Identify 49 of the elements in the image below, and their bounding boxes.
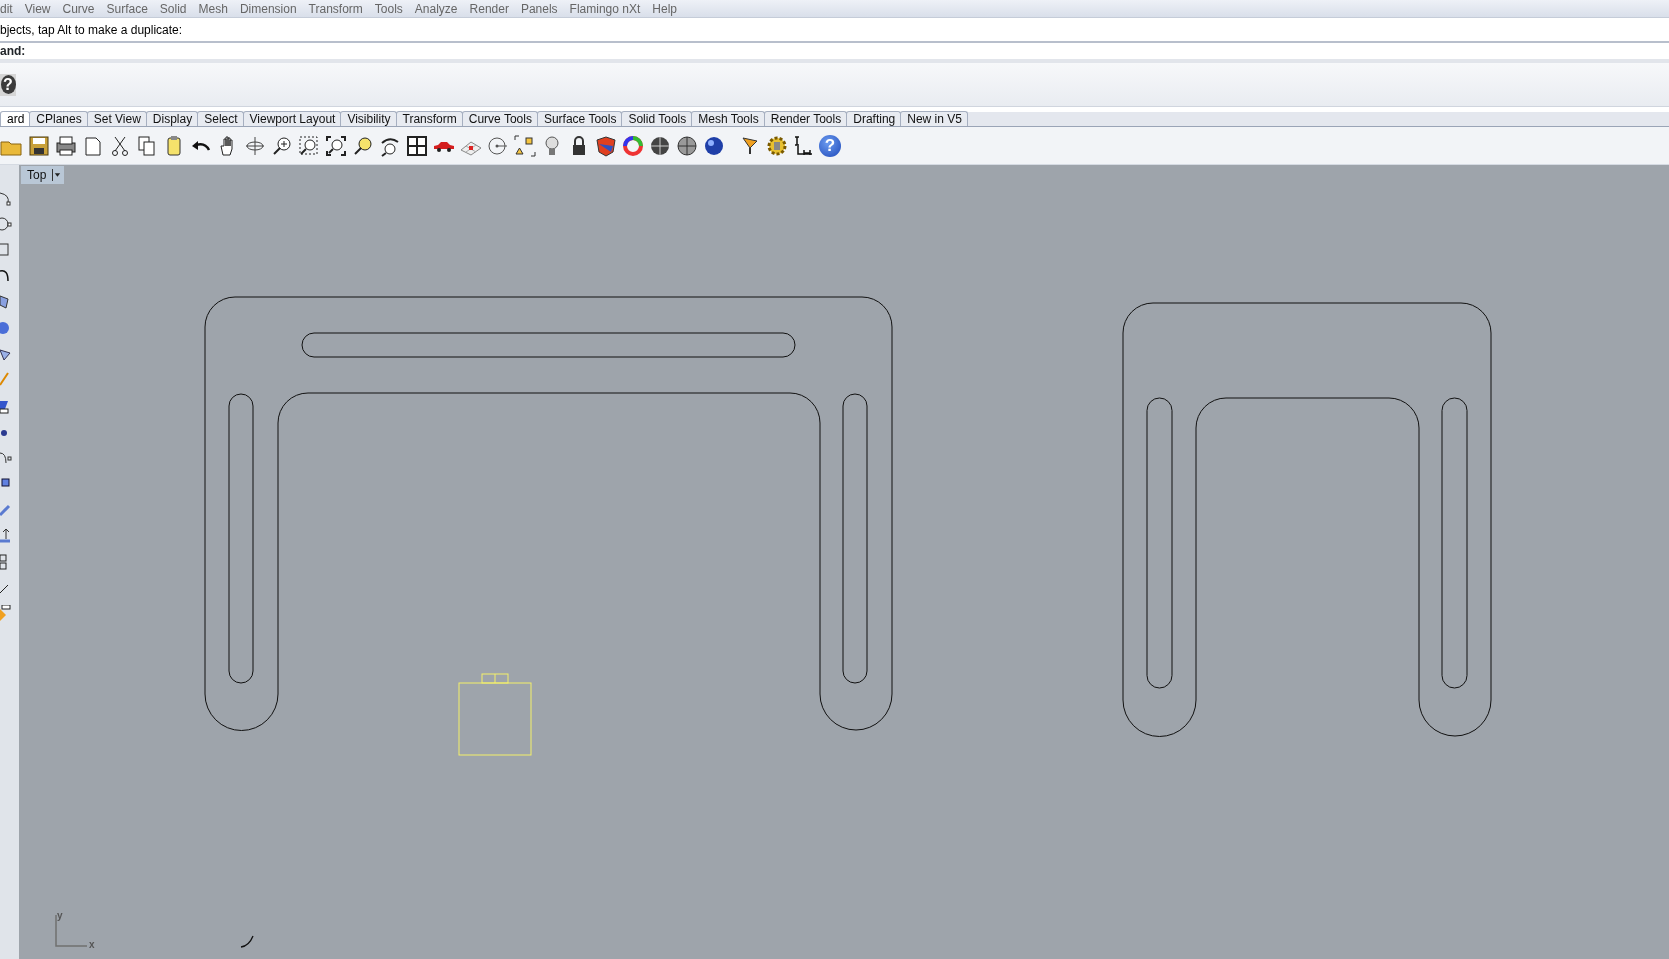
magnifier-dashed-icon[interactable] [297,133,321,158]
toolbar-tab[interactable]: Select [197,111,244,126]
toolbar-tab[interactable]: Curve Tools [461,111,538,126]
color-wheel-icon[interactable] [621,133,645,158]
toolbar-tab[interactable]: Drafting [846,111,902,126]
menu-item[interactable]: Transform [302,0,369,18]
toolbar-tab[interactable]: CPlanes [29,111,88,126]
axis-label: x [89,939,95,950]
menu-item[interactable]: Solid [153,0,193,18]
menu-item[interactable]: Analyze [408,0,464,18]
toolbar-tab[interactable]: Display [145,111,199,126]
toolbar-tab[interactable]: Viewport Layout [242,111,342,126]
toolbar-tab[interactable]: Solid Tools [621,111,693,126]
menu-item[interactable]: Help [646,0,683,18]
menu-item[interactable]: Flamingo nXt [563,0,647,18]
menu-item[interactable]: View [18,0,57,18]
toolbar-tab[interactable]: New in V5 [900,111,968,126]
toolbar-tab[interactable]: Transform [395,111,463,126]
toolbar-tab[interactable]: Set View [86,111,147,126]
command-history-text: bjects, tap Alt to make a duplicate: [0,21,183,39]
menu-item[interactable]: Tools [368,0,409,18]
four-pane-grid-icon[interactable] [405,133,429,158]
magnifier-frame-icon[interactable] [324,133,348,158]
menu-item[interactable]: Dimension [233,0,303,18]
arrow-up-icon[interactable] [0,527,12,545]
command-prompt[interactable]: and: [0,42,26,60]
toolbar-tab[interactable]: Mesh Tools [691,111,765,126]
menu-item[interactable]: Surface [100,0,154,18]
shield-icon[interactable] [594,133,618,158]
dropdown-caret-icon[interactable] [52,169,62,181]
printer-icon[interactable] [54,133,78,158]
surface-icon[interactable] [0,293,12,311]
axis-icon [55,914,88,947]
toolbar-tab[interactable]: Visibility [340,111,397,126]
toolbar-tab[interactable]: Render Tools [763,111,848,126]
viewport-title-tab[interactable]: Top [21,166,65,184]
menu-item[interactable]: Mesh [192,0,234,18]
menu-item[interactable]: Render [463,0,515,18]
shapes-icon[interactable] [513,133,537,158]
arc-curve [240,935,254,948]
shaded-sphere-icon[interactable] [675,133,699,158]
toolbar-tab[interactable]: Surface Tools [536,111,623,126]
axis-label: y [57,910,63,921]
help-button[interactable]: ? [0,73,16,96]
toolbar-tab[interactable]: ard [0,111,31,126]
menu-item[interactable]: dit [0,0,19,18]
arc-icon[interactable] [0,189,12,207]
menu-item[interactable]: Panels [514,0,564,18]
menu-item[interactable]: Curve [56,0,101,18]
